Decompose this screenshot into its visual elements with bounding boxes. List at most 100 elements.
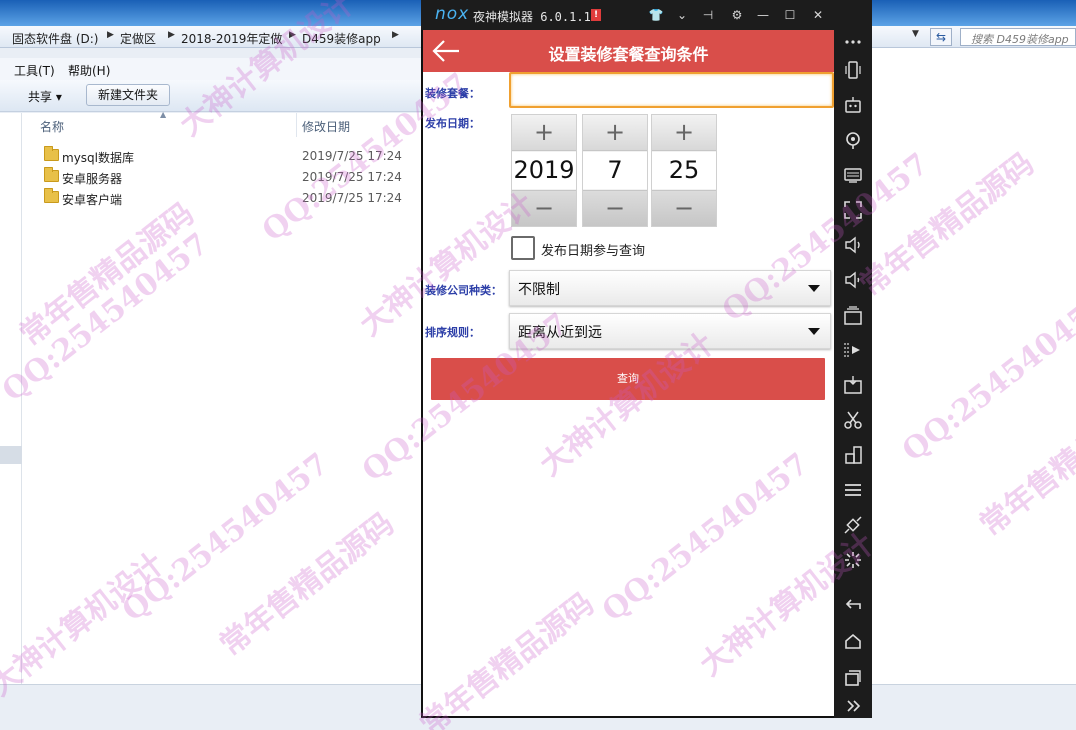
screen-record-icon[interactable] [843, 340, 863, 360]
apk-install-icon[interactable] [843, 375, 863, 395]
month-plus-button[interactable]: + [583, 115, 647, 151]
date-query-checkbox-label[interactable]: 发布日期参与查询 [541, 240, 645, 259]
file-row[interactable]: mysql数据库 2019/7/25 17:24 [40, 146, 410, 166]
year-plus-button[interactable]: + [512, 115, 576, 151]
close-icon[interactable]: ✕ [810, 7, 826, 23]
breadcrumb-current[interactable]: D459装修app [302, 30, 381, 47]
screenshot-icon[interactable] [843, 306, 863, 326]
breadcrumb-folder[interactable]: 定做区 [120, 30, 156, 47]
folder-icon [44, 146, 59, 161]
recent-apps-icon[interactable] [843, 668, 863, 688]
share-button[interactable]: 共享 ▾ [28, 88, 62, 105]
keyboard-icon[interactable] [843, 165, 863, 185]
query-button[interactable]: 查询 [431, 358, 825, 400]
explorer-toolbar: 共享 ▾ 新建文件夹 [0, 80, 421, 112]
maximize-icon[interactable]: ☐ [782, 7, 798, 23]
volume-down-icon[interactable] [843, 270, 863, 290]
location-icon[interactable] [843, 130, 863, 150]
status-bar-right [872, 684, 1076, 730]
sort-select[interactable]: 距离从近到远 [509, 313, 831, 349]
android-screen: 设置装修套餐查询条件 装修套餐： 发布日期： + 2019 − + 7 − + … [423, 30, 834, 716]
column-header-name[interactable]: 名称 [40, 118, 64, 135]
emulator-titlebar[interactable]: nox 夜神模拟器 6.0.1.1 ! 👕 ⌄ ⊣ ⚙ — ☐ ✕ [421, 0, 872, 30]
dropdown-caret-icon [808, 285, 820, 292]
shake-icon[interactable] [843, 515, 863, 535]
company-type-select[interactable]: 不限制 [509, 270, 831, 306]
day-plus-button[interactable]: + [652, 115, 716, 151]
sort-up-icon: ▲ [160, 110, 167, 119]
status-bar [0, 684, 421, 730]
breadcrumb-drive[interactable]: 固态软件盘 (D:) [12, 30, 98, 47]
company-type-label: 装修公司种类： [425, 284, 502, 297]
menu-icon[interactable] [843, 480, 863, 500]
search-input[interactable]: 搜索 D459装修app [960, 28, 1076, 46]
emulator-sidebar [834, 30, 872, 718]
expand-icon[interactable] [843, 696, 863, 716]
chevron-right-icon: ▶ [168, 30, 175, 40]
loading-icon[interactable] [843, 550, 863, 570]
new-folder-button[interactable]: 新建文件夹 [86, 84, 170, 106]
navigation-scroll-thumb[interactable] [0, 446, 22, 464]
file-name: mysql数据库 [62, 151, 134, 165]
file-date: 2019/7/25 17:24 [302, 191, 402, 205]
navigation-pane[interactable] [0, 113, 22, 684]
minimize-icon[interactable]: — [755, 7, 771, 23]
month-value[interactable]: 7 [583, 152, 647, 189]
back-icon[interactable] [843, 595, 863, 615]
page-title: 设置装修套餐查询条件 [548, 45, 709, 64]
shirt-icon[interactable]: 👕 [648, 7, 664, 23]
file-name: 安卓服务器 [62, 172, 123, 186]
chevron-right-icon: ▶ [289, 30, 296, 40]
month-spinner: + 7 − [582, 114, 648, 227]
chevron-right-icon: ▶ [392, 30, 399, 40]
sort-label: 排序规则： [425, 326, 480, 339]
date-query-checkbox[interactable] [511, 236, 535, 260]
multi-instance-icon[interactable] [843, 445, 863, 465]
menu-bar: 工具(T) 帮助(H) [0, 58, 421, 80]
fullscreen-icon[interactable] [843, 200, 863, 220]
company-type-value: 不限制 [518, 282, 560, 298]
day-spinner: + 25 − [651, 114, 717, 227]
menu-tools[interactable]: 工具(T) [14, 62, 55, 79]
file-list-right [872, 48, 1076, 730]
emulator-window: nox 夜神模拟器 6.0.1.1 ! 👕 ⌄ ⊣ ⚙ — ☐ ✕ 设置装修套餐… [421, 0, 872, 718]
year-value[interactable]: 2019 [512, 152, 576, 189]
app-header: 设置装修套餐查询条件 [423, 30, 834, 72]
column-header-modified[interactable]: 修改日期 [302, 118, 350, 135]
sort-value: 距离从近到远 [518, 325, 602, 341]
package-label: 装修套餐： [425, 87, 480, 100]
breadcrumb-folder[interactable]: 2018-2019年定做 [181, 30, 282, 47]
year-spinner: + 2019 − [511, 114, 577, 227]
home-icon[interactable] [843, 632, 863, 652]
month-minus-button[interactable]: − [583, 190, 647, 226]
emulator-title: 夜神模拟器 6.0.1.1 [473, 10, 591, 24]
folder-icon [44, 188, 59, 203]
robot-icon[interactable] [843, 95, 863, 115]
menu-help[interactable]: 帮助(H) [68, 62, 110, 79]
chevron-down-icon[interactable]: ⌄ [674, 7, 690, 23]
day-value[interactable]: 25 [652, 152, 716, 189]
day-minus-button[interactable]: − [652, 190, 716, 226]
file-row[interactable]: 安卓服务器 2019/7/25 17:24 [40, 167, 410, 187]
dropdown-caret-icon [808, 328, 820, 335]
date-label: 发布日期： [425, 117, 480, 130]
column-divider[interactable] [296, 113, 297, 137]
volume-up-icon[interactable] [843, 235, 863, 255]
chevron-right-icon: ▶ [107, 30, 114, 40]
more-icon[interactable] [843, 32, 863, 52]
settings-icon[interactable]: ⚙ [729, 7, 745, 23]
year-minus-button[interactable]: − [512, 190, 576, 226]
file-date: 2019/7/25 17:24 [302, 170, 402, 184]
scissors-icon[interactable] [843, 410, 863, 430]
file-row[interactable]: 安卓客户端 2019/7/25 17:24 [40, 188, 410, 208]
nox-logo: nox [435, 4, 470, 24]
address-dropdown-icon[interactable]: ▼ [912, 29, 919, 39]
pin-icon[interactable]: ⊣ [700, 7, 716, 23]
alert-badge[interactable]: ! [591, 9, 601, 21]
folder-icon [44, 167, 59, 182]
refresh-icon[interactable]: ⇆ [930, 28, 952, 46]
file-date: 2019/7/25 17:24 [302, 149, 402, 163]
search-placeholder: 搜索 D459装修app [971, 33, 1069, 46]
phone-shake-icon[interactable] [843, 60, 863, 80]
package-input[interactable] [509, 72, 834, 108]
